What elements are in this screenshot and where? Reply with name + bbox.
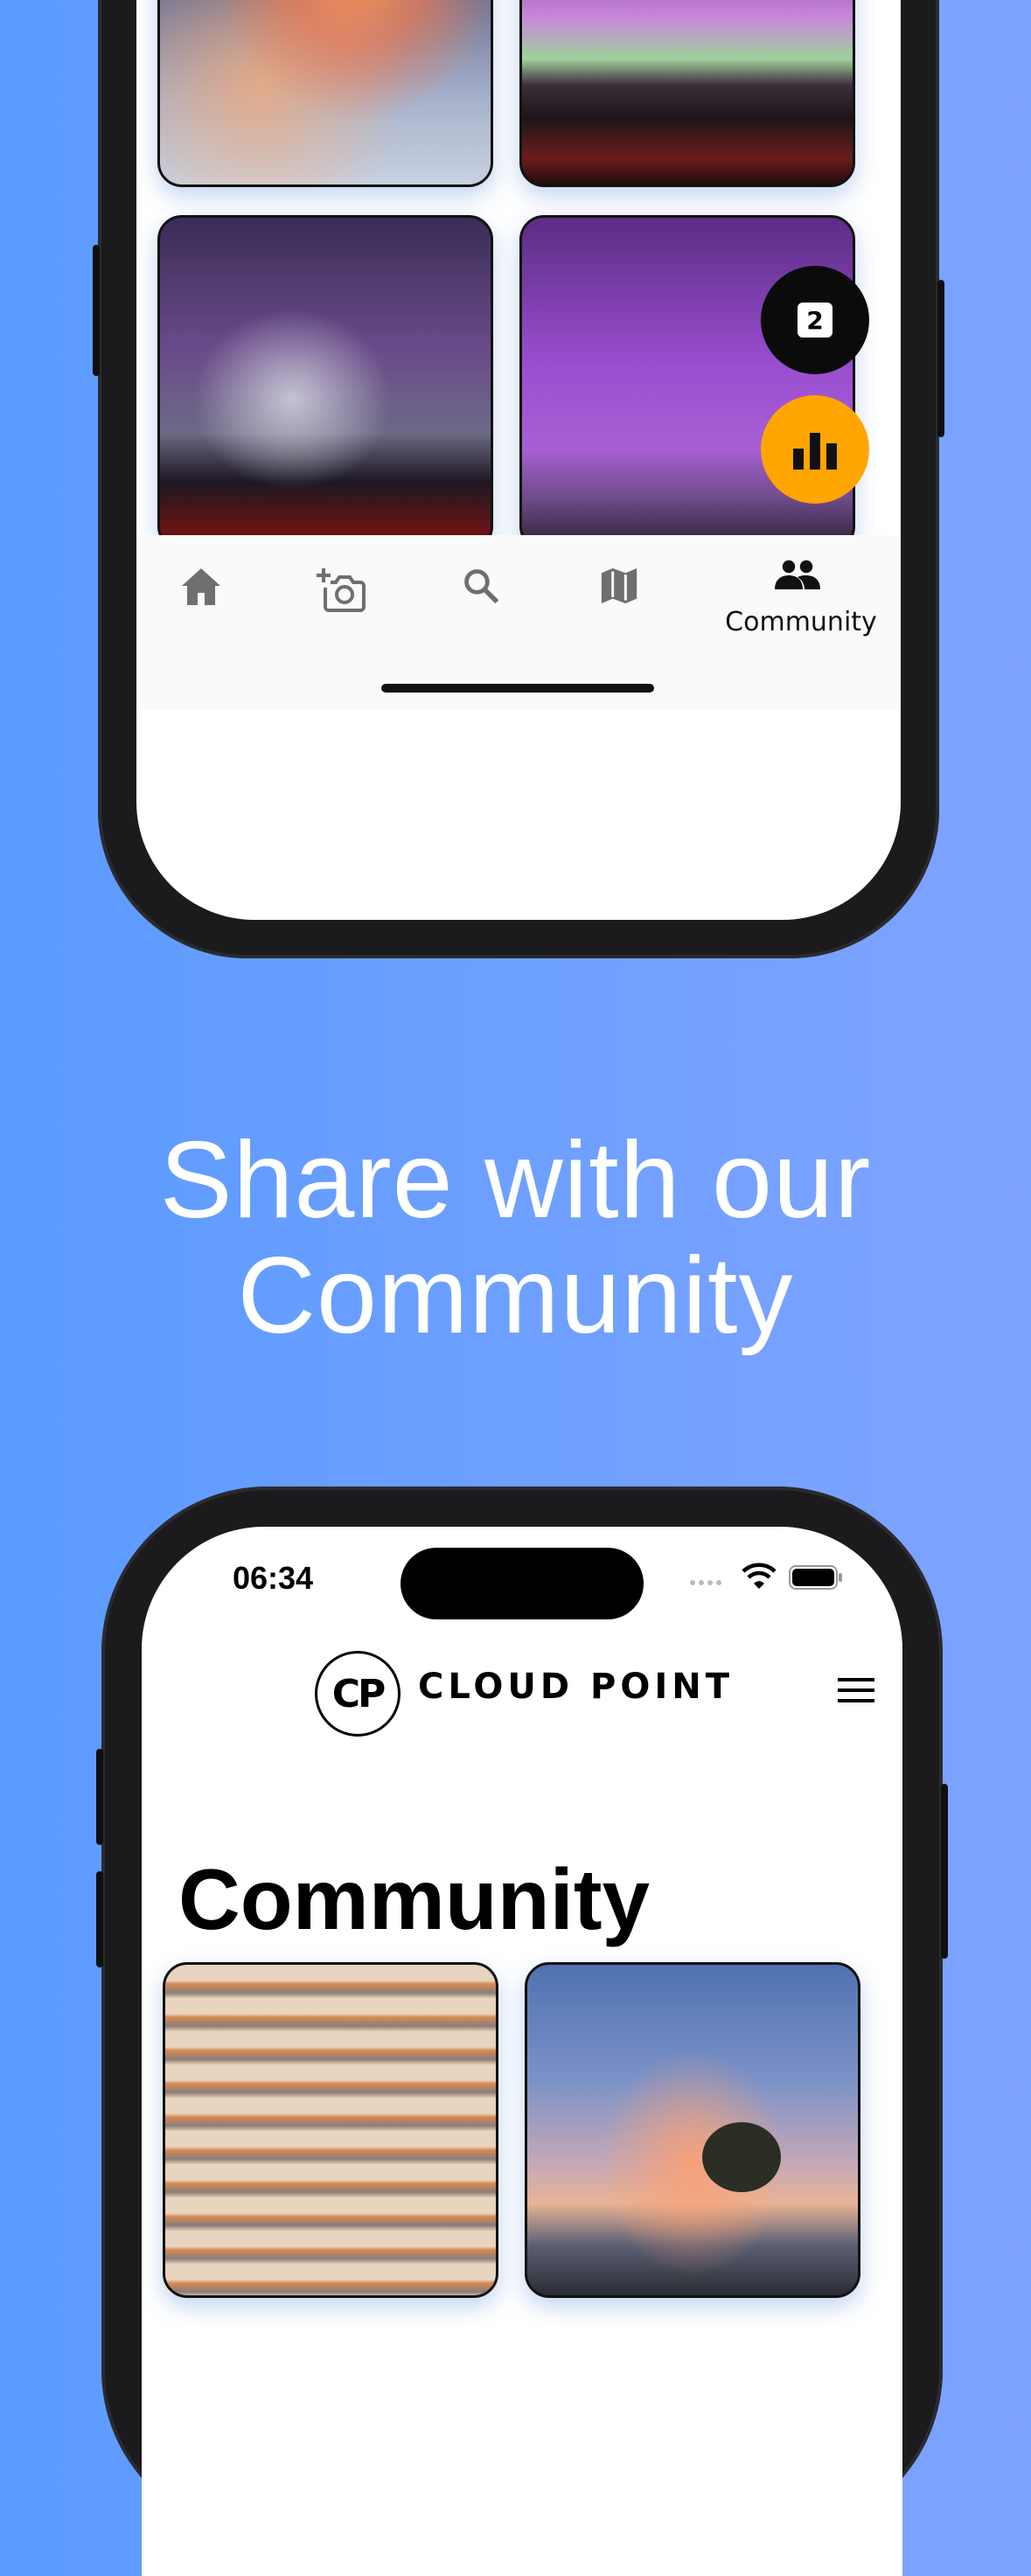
logo-badge[interactable]: CP: [315, 1651, 401, 1737]
nav-add-photo[interactable]: [317, 567, 366, 621]
add-photo-icon: [317, 568, 366, 612]
logo-initials: CP: [331, 1671, 387, 1716]
app-screen-bottom: 06:34 CP CLOUD POINT Community: [142, 1527, 902, 2576]
stats-button[interactable]: [761, 395, 869, 504]
app-screen-top: 2 Community: [136, 0, 901, 920]
status-time: 06:34: [233, 1560, 314, 1596]
brand-name: CLOUD POINT: [418, 1667, 734, 1707]
page-title: Community: [178, 1851, 650, 1947]
home-indicator: [381, 684, 654, 693]
photo-tile[interactable]: [525, 1962, 860, 2298]
photo-tile[interactable]: [519, 0, 855, 187]
hamburger-menu-icon[interactable]: [838, 1677, 874, 1707]
counter-value: 2: [806, 305, 824, 335]
counter-badge: 2: [798, 303, 832, 338]
map-icon: [601, 567, 637, 604]
bar-chart-icon: [793, 433, 837, 470]
promo-headline: Share with our Community: [0, 1123, 1031, 1354]
nav-community-label: Community: [725, 607, 877, 637]
home-icon: [182, 568, 220, 605]
notification-counter-button[interactable]: 2: [761, 266, 869, 374]
phone-side-button: [96, 1871, 103, 1967]
phone-side-button: [96, 1749, 103, 1845]
phone-side-button: [941, 1784, 948, 1959]
phone-mockup-bottom: 06:34 CP CLOUD POINT Community: [96, 1486, 948, 2576]
nav-community[interactable]: [775, 558, 820, 598]
community-icon: [775, 560, 820, 589]
photo-tile[interactable]: [163, 1962, 498, 2298]
dynamic-island: [401, 1548, 644, 1619]
photo-tile[interactable]: [157, 215, 493, 551]
headline-line-1: Share with our: [159, 1120, 872, 1241]
phone-side-button: [937, 280, 944, 437]
headline-line-2: Community: [237, 1236, 794, 1356]
nav-home[interactable]: [180, 567, 222, 616]
battery-icon: [789, 1565, 843, 1594]
nav-map[interactable]: [600, 567, 638, 614]
phone-side-button: [93, 245, 100, 376]
signal-icon: [689, 1576, 728, 1591]
search-icon: [464, 569, 499, 604]
wifi-icon: [742, 1562, 777, 1594]
tree-silhouette: [702, 2122, 781, 2192]
phone-mockup-top: 2 Community: [93, 0, 944, 958]
nav-search[interactable]: [462, 567, 500, 614]
photo-tile[interactable]: [157, 0, 493, 187]
